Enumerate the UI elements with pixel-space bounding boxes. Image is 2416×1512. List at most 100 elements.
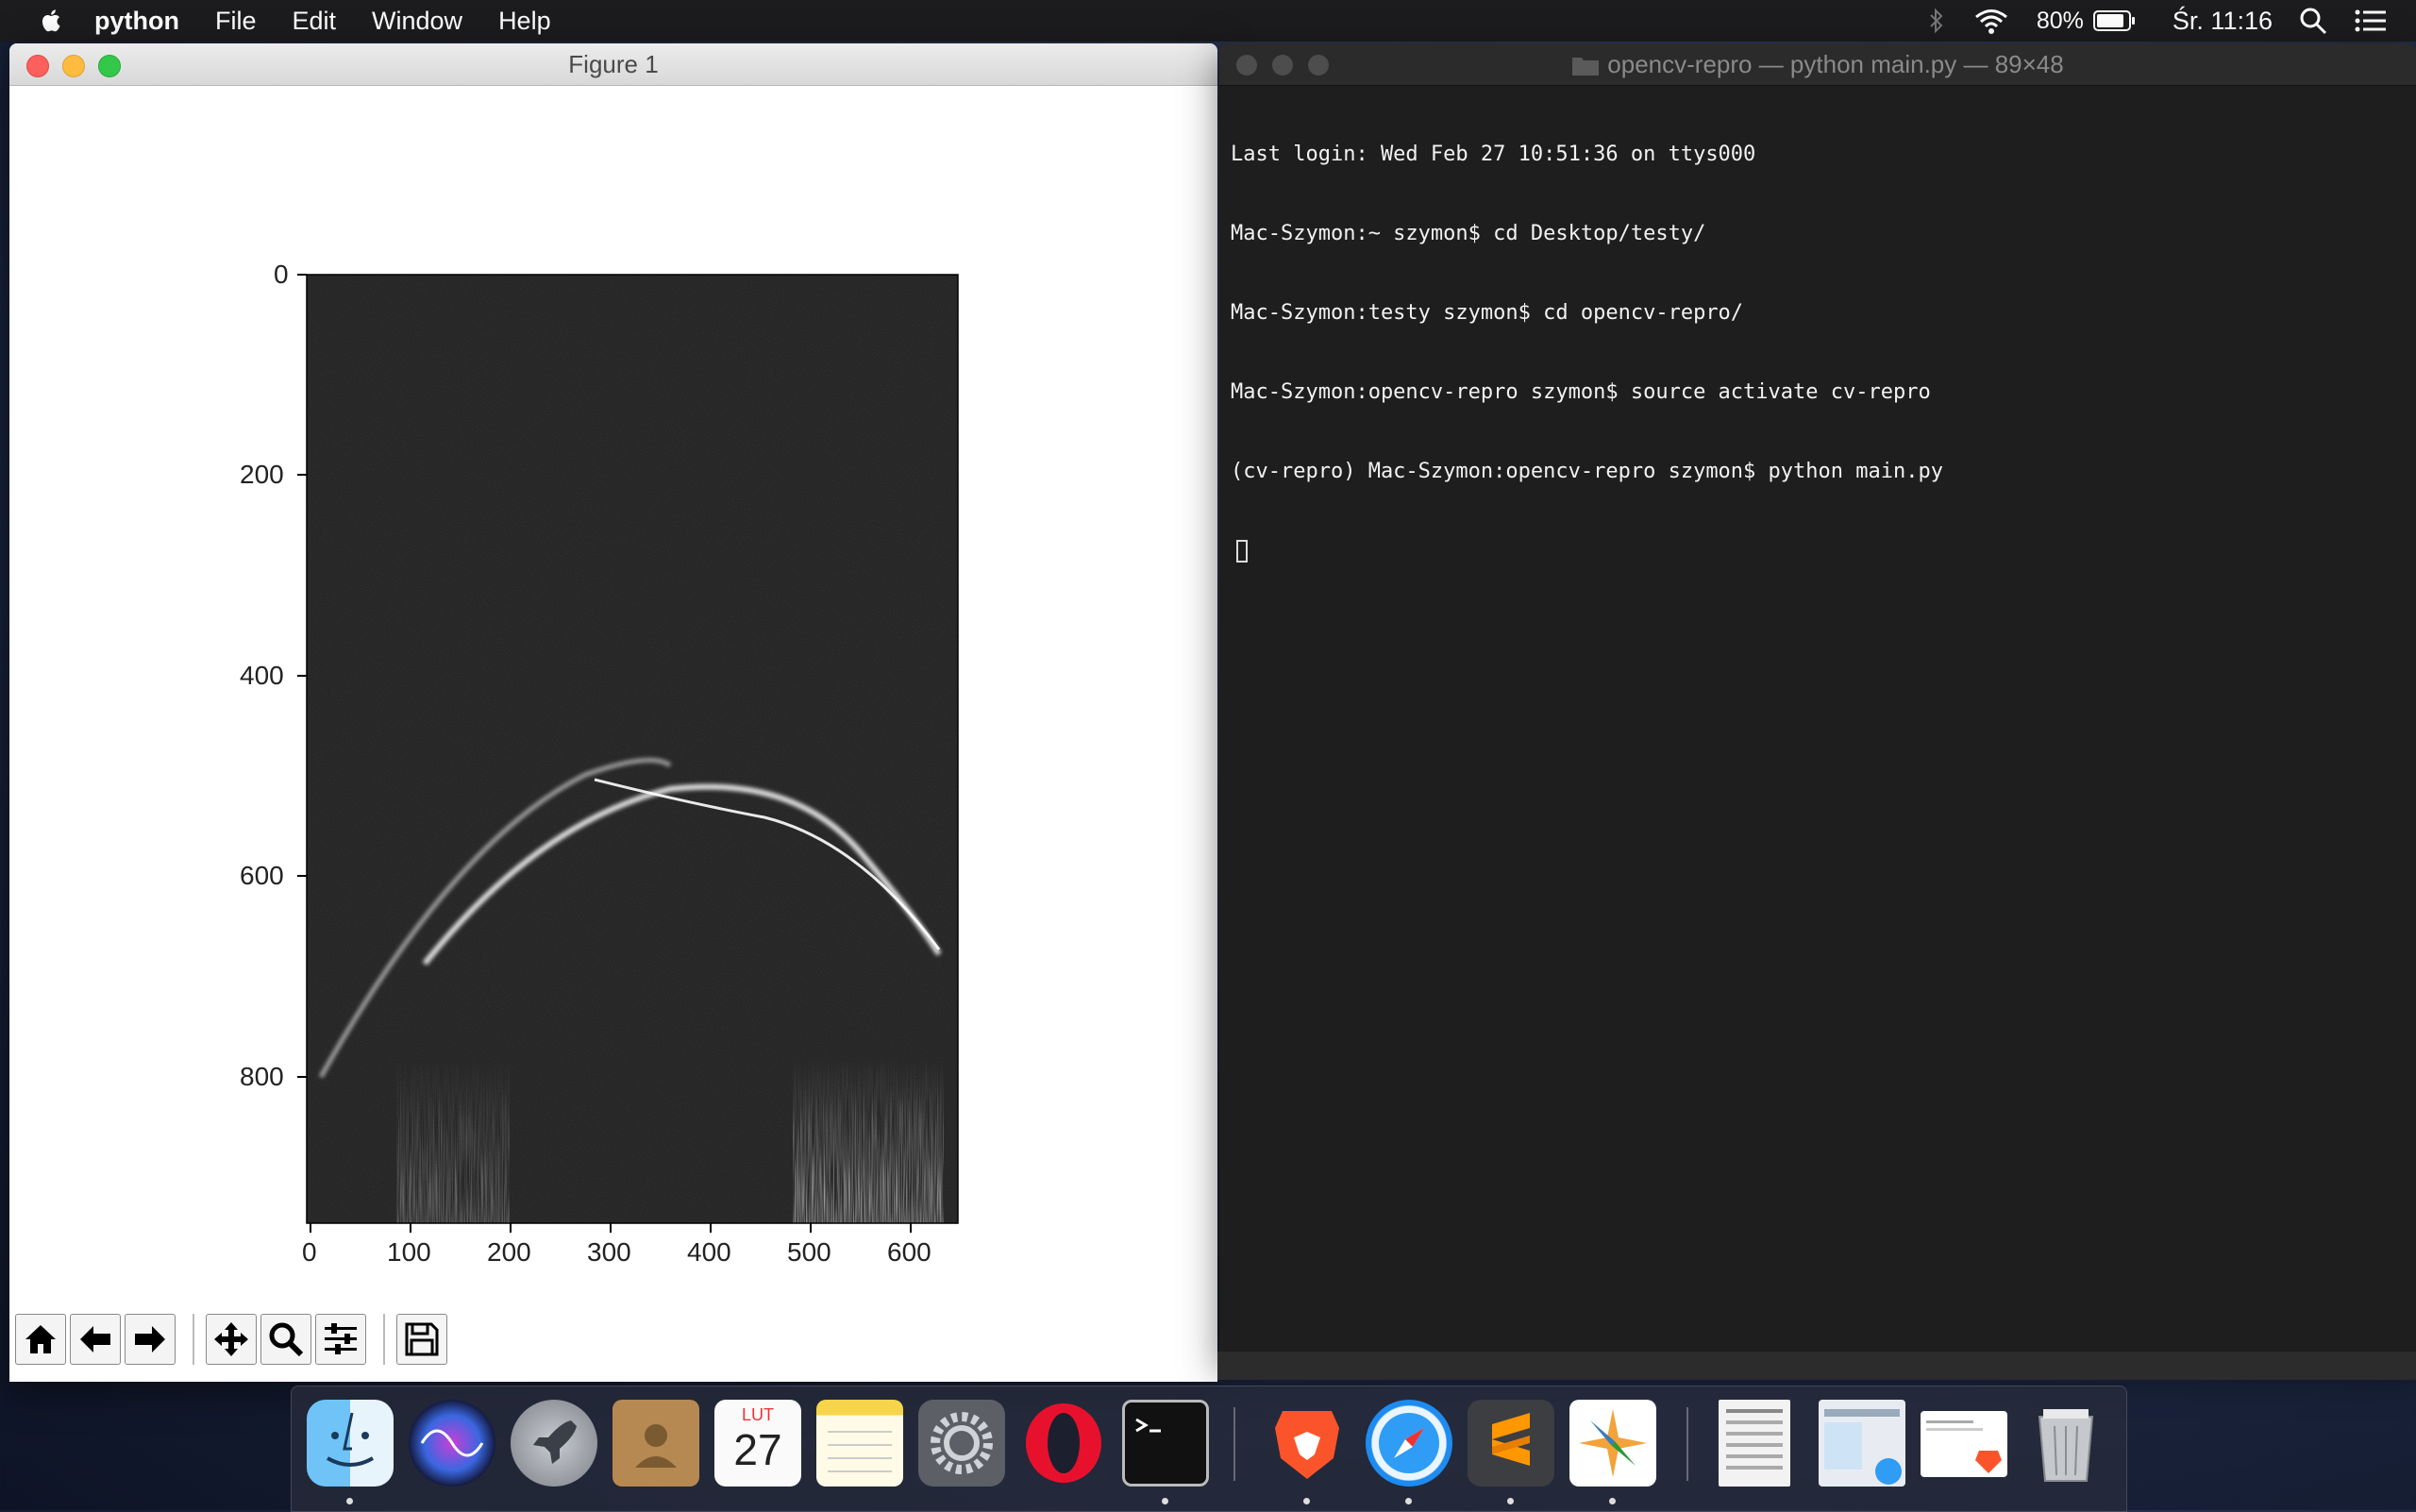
notes-icon: [828, 1431, 892, 1472]
dock-safari[interactable]: [1366, 1400, 1452, 1487]
dock-siri[interactable]: [409, 1400, 495, 1487]
spotlight-search-icon[interactable]: [2299, 7, 2327, 35]
rocket-icon: [533, 1420, 577, 1464]
configure-subplots-icon: [325, 1323, 357, 1354]
y-tick-label: 800: [240, 1062, 284, 1091]
x-tick-label: 400: [687, 1237, 731, 1267]
bluetooth-icon[interactable]: [1927, 7, 1946, 35]
terminal-title-text: opencv-repro — python main.py — 89×48: [1607, 50, 2064, 78]
safari-compass-icon: [1379, 1413, 1439, 1473]
terminal-line: Mac-Szymon:~ szymon$ cd Desktop/testy/: [1231, 222, 1706, 245]
dock-contacts[interactable]: [612, 1400, 699, 1487]
dock-terminal[interactable]: [1122, 1400, 1209, 1487]
menu-edit[interactable]: Edit: [293, 7, 337, 36]
apple-icon[interactable]: [38, 7, 66, 35]
zoom-icon: [269, 1322, 304, 1357]
figure-title: Figure 1: [568, 50, 659, 78]
dock-brave[interactable]: [1264, 1400, 1351, 1487]
x-tick-label: 200: [487, 1237, 531, 1267]
terminal-output[interactable]: Last login: Wed Feb 27 10:51:36 on ttys0…: [1231, 89, 2405, 617]
finder-icon: [326, 1412, 375, 1467]
battery-icon[interactable]: [2092, 9, 2137, 32]
dock-launchpad[interactable]: [511, 1400, 597, 1487]
figure-titlebar[interactable]: Figure 1: [9, 43, 1217, 86]
wifi-icon[interactable]: [1972, 7, 2010, 35]
running-indicator: [1507, 1498, 1514, 1504]
terminal-icon: [1135, 1418, 1161, 1433]
image-plot[interactable]: [9, 86, 1217, 1294]
terminal-line: Last login: Wed Feb 27 10:51:36 on ttys0…: [1231, 143, 1756, 166]
terminal-line: Mac-Szymon:opencv-repro szymon$ source a…: [1231, 380, 1931, 404]
dock-opera[interactable]: [1020, 1400, 1107, 1487]
zoom-button[interactable]: [260, 1314, 311, 1365]
pan-icon: [214, 1322, 248, 1356]
dock-separator: [1686, 1407, 1688, 1481]
folder-icon: [1572, 58, 1600, 76]
y-tick-label: 0: [274, 260, 289, 289]
x-tick-label: 600: [887, 1237, 931, 1267]
running-indicator: [1303, 1498, 1310, 1504]
dock-finder[interactable]: [307, 1400, 394, 1487]
toolbar-separator: [193, 1314, 194, 1365]
x-tick-label: 300: [587, 1237, 631, 1267]
running-indicator: [1162, 1498, 1168, 1504]
menu-app-name[interactable]: python: [94, 7, 179, 36]
brave-icon: [1275, 1411, 1339, 1479]
dock-documents-stack[interactable]: [1719, 1400, 1790, 1487]
x-tick-label: 100: [387, 1237, 431, 1267]
save-icon: [405, 1322, 439, 1356]
running-indicator: [1405, 1498, 1412, 1504]
trash-icon: [2038, 1409, 2094, 1482]
forward-button[interactable]: [125, 1314, 176, 1365]
menu-window[interactable]: Window: [372, 7, 462, 36]
configure-subplots-button[interactable]: [315, 1314, 366, 1365]
python-rocket-icon: [1579, 1409, 1647, 1477]
siri-icon: [420, 1429, 484, 1457]
running-indicator: [346, 1498, 353, 1504]
dock-calendar[interactable]: LUT 27: [714, 1400, 801, 1487]
battery-percent: 80%: [2036, 7, 2084, 34]
calendar-month: LUT: [741, 1405, 774, 1424]
dock-notes[interactable]: [816, 1400, 903, 1487]
sublime-text-icon: [1492, 1413, 1530, 1466]
navigation-toolbar: [9, 1297, 1217, 1382]
y-tick-label: 400: [240, 661, 284, 690]
home-button[interactable]: [15, 1314, 66, 1365]
gear-icon: [931, 1412, 993, 1474]
notification-center-icon[interactable]: [2354, 7, 2388, 35]
safari-badge-icon: [1824, 1409, 1902, 1485]
dock-separator: [1233, 1407, 1235, 1481]
background-editor-status-strip: [1217, 1352, 2416, 1380]
back-icon: [80, 1326, 110, 1352]
toolbar-separator: [383, 1314, 385, 1365]
back-button[interactable]: [70, 1314, 121, 1365]
contacts-icon: [635, 1424, 677, 1468]
document-icon: [1726, 1409, 1783, 1470]
opera-icon: [1026, 1403, 1101, 1483]
plot-area[interactable]: 0 200 400 600 800 0 100 200 300 400 500 …: [9, 86, 1217, 1294]
y-tick-label: 200: [240, 460, 284, 489]
save-button[interactable]: [396, 1314, 447, 1365]
terminal-titlebar[interactable]: opencv-repro — python main.py — 89×48: [1219, 43, 2416, 86]
running-indicator: [1609, 1498, 1616, 1504]
clock[interactable]: Śr. 11:16: [2173, 7, 2273, 36]
terminal-cursor: [1236, 540, 1248, 563]
dock-python-launcher[interactable]: [1569, 1400, 1656, 1487]
dock-sublime-text[interactable]: [1468, 1400, 1554, 1487]
x-tick-label: 0: [302, 1237, 317, 1267]
bottom-artifact-right: [793, 1039, 944, 1223]
terminal-line: (cv-repro) Mac-Szymon:opencv-repro szymo…: [1231, 460, 1943, 483]
figure-window: Figure 1 0 200 400 600 800 0 100 200 300…: [9, 43, 1217, 1382]
menu-file[interactable]: File: [215, 7, 257, 36]
y-tick-label: 600: [240, 861, 284, 890]
bottom-artifact-left: [396, 1058, 510, 1223]
dock-minimized-safari-window[interactable]: [1819, 1400, 1905, 1487]
x-tick-label: 500: [787, 1237, 831, 1267]
menu-help[interactable]: Help: [498, 7, 551, 36]
dock-trash[interactable]: [2022, 1400, 2109, 1487]
pan-button[interactable]: [206, 1314, 257, 1365]
dock-system-preferences[interactable]: [918, 1400, 1005, 1487]
forward-icon: [135, 1326, 165, 1352]
dock-minimized-brave-window[interactable]: [1921, 1411, 2007, 1477]
terminal-window: opencv-repro — python main.py — 89×48 La…: [1219, 43, 2416, 1365]
